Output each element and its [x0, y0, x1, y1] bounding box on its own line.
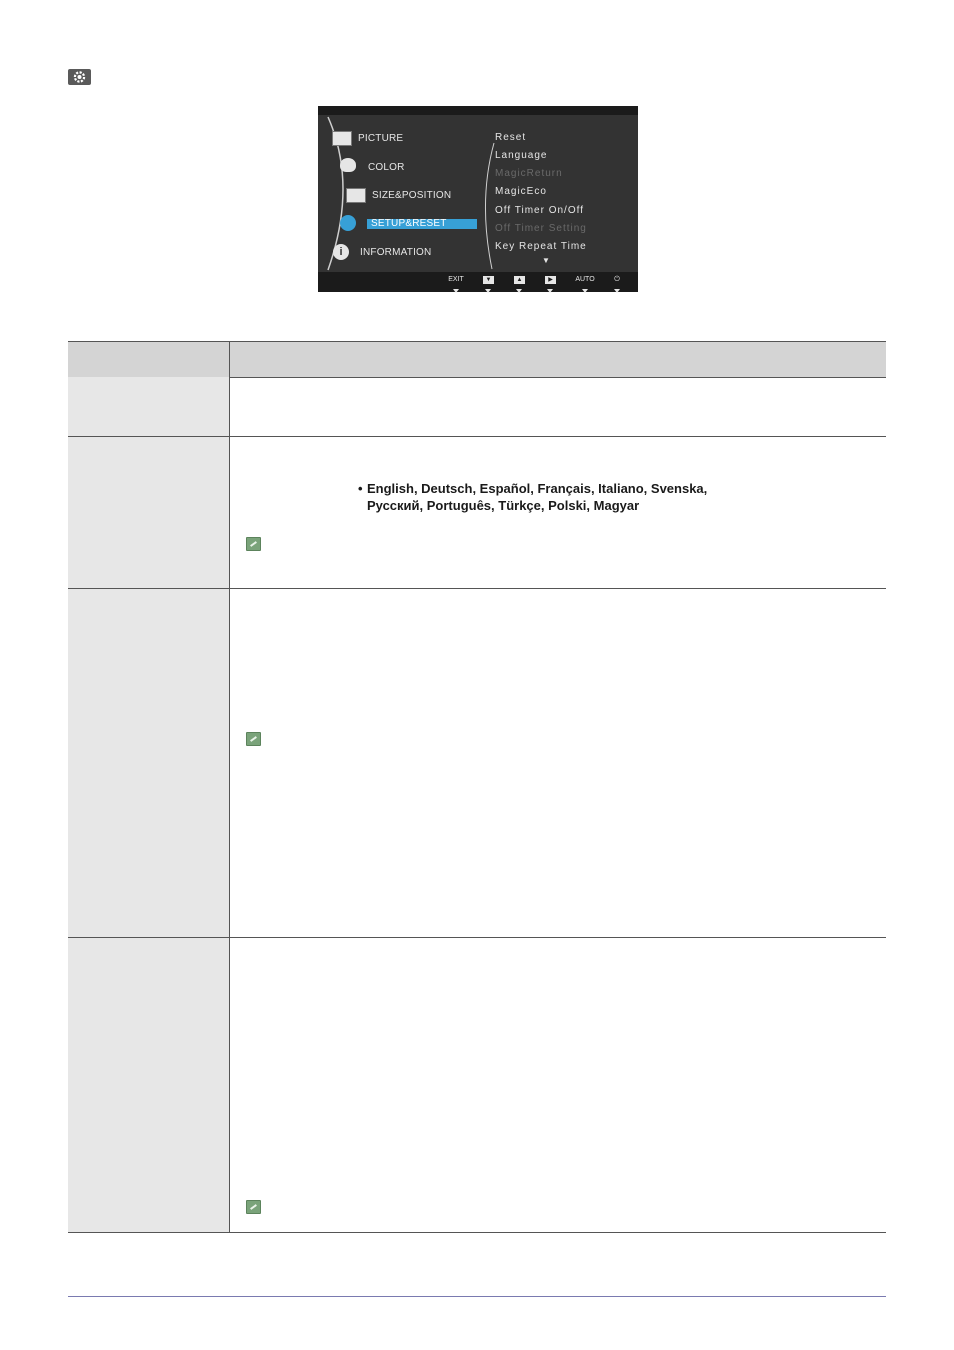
- enter-button[interactable]: ▶: [545, 276, 556, 284]
- language-list: • English, Deutsch, Español, Français, I…: [358, 480, 708, 514]
- row-description-cell: [230, 377, 886, 436]
- color-icon: [340, 158, 356, 172]
- osd-item-setup-reset[interactable]: SETUP&RESET: [367, 219, 477, 229]
- osd-item-color[interactable]: COLOR: [368, 162, 405, 173]
- power-icon[interactable]: ⏻: [607, 276, 627, 284]
- row-label-cell: [68, 589, 230, 937]
- osd-sub-off-timer-onoff[interactable]: Off Timer On/Off: [495, 205, 584, 216]
- osd-sub-key-repeat-time[interactable]: Key Repeat Time: [495, 241, 587, 252]
- gear-icon: [68, 69, 91, 85]
- note-icon: [246, 537, 261, 551]
- row-description-cell: [230, 938, 886, 1232]
- header-cell-menu: [68, 342, 230, 377]
- osd-sub-language[interactable]: Language: [495, 150, 548, 161]
- exit-button[interactable]: EXIT: [446, 276, 466, 283]
- auto-button[interactable]: AUTO: [575, 276, 595, 283]
- picture-icon: [332, 131, 352, 146]
- osd-sub-magiceco[interactable]: MagicEco: [495, 186, 547, 197]
- language-list-line-2: Русский, Português, Türkçe, Polski, Magy…: [367, 498, 640, 513]
- power-marker: [614, 289, 620, 293]
- table-row-magiceco: [68, 938, 886, 1233]
- setup-reset-icon: [340, 215, 356, 231]
- row-description-cell: [230, 589, 886, 937]
- osd-item-size-position[interactable]: SIZE&POSITION: [372, 190, 451, 201]
- osd-top-bar: [318, 106, 638, 115]
- osd-item-picture[interactable]: PICTURE: [358, 133, 403, 144]
- exit-marker: [453, 289, 459, 293]
- osd-sub-reset[interactable]: Reset: [495, 132, 526, 143]
- table-row-language: • English, Deutsch, Español, Français, I…: [68, 437, 886, 589]
- table-row-reset: [68, 377, 886, 437]
- enter-marker: [547, 289, 553, 293]
- note-icon: [246, 732, 261, 746]
- header-cell-description: [230, 342, 886, 377]
- osd-item-information[interactable]: INFORMATION: [360, 247, 431, 258]
- footer-divider: [68, 1296, 886, 1297]
- row-label-cell: [68, 437, 230, 588]
- table-row-magicreturn: [68, 589, 886, 938]
- row-label-cell: [68, 938, 230, 1232]
- down-button[interactable]: ▼: [483, 276, 494, 284]
- table-header-row: [68, 341, 886, 378]
- down-marker: [485, 289, 491, 293]
- osd-sub-off-timer-setting: Off Timer Setting: [495, 223, 587, 234]
- size-position-icon: [346, 188, 366, 203]
- information-icon: i: [333, 244, 349, 260]
- auto-marker: [582, 289, 588, 293]
- up-button[interactable]: ▲: [514, 276, 525, 284]
- row-description-cell: • English, Deutsch, Español, Français, I…: [230, 437, 886, 588]
- osd-sub-magicreturn: MagicReturn: [495, 168, 563, 179]
- up-marker: [516, 289, 522, 293]
- scroll-down-icon: ▼: [542, 256, 550, 265]
- note-icon: [246, 1200, 261, 1214]
- bullet: •: [358, 481, 363, 496]
- osd-menu-screenshot: i PICTURE COLOR SIZE&POSITION SETUP&RESE…: [318, 106, 638, 293]
- row-label-cell: [68, 377, 230, 436]
- language-list-line-1: English, Deutsch, Español, Français, Ita…: [367, 481, 708, 496]
